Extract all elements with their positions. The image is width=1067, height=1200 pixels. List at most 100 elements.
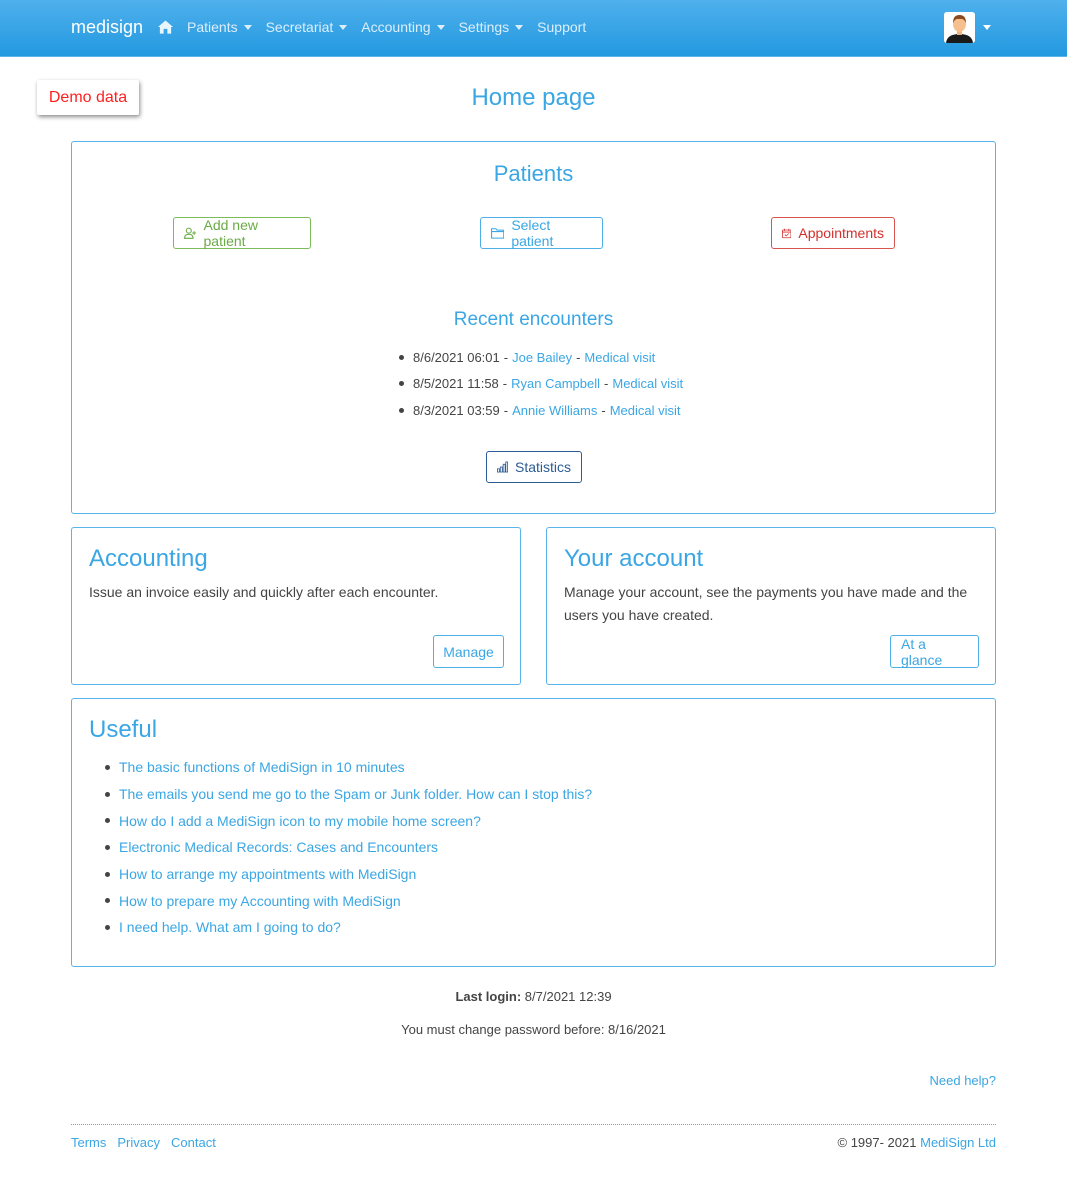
useful-link-item: How to arrange my appointments with Medi… xyxy=(105,861,592,888)
your-account-card: Your account Manage your account, see th… xyxy=(546,527,996,685)
useful-link-basic-functions[interactable]: The basic functions of MediSign in 10 mi… xyxy=(119,759,405,775)
separator: - xyxy=(503,402,509,418)
encounter-datetime: 8/5/2021 11:58 xyxy=(413,376,499,392)
nav-patients-label: Patients xyxy=(187,19,238,35)
accounting-card: Accounting Issue an invoice easily and q… xyxy=(71,527,521,685)
chevron-down-icon xyxy=(243,24,252,30)
footer-divider xyxy=(71,1124,996,1125)
encounter-item: 8/3/2021 03:59- Annie Williams - Medical … xyxy=(399,397,683,424)
useful-links-list: The basic functions of MediSign in 10 mi… xyxy=(105,754,592,941)
top-navbar: medisign Patients Secretariat Accounting… xyxy=(0,0,1067,57)
bullet-icon xyxy=(399,381,404,387)
statistics-button[interactable]: Statistics xyxy=(486,451,582,483)
footer-links: Terms Privacy Contact xyxy=(71,1135,227,1150)
add-new-patient-button[interactable]: Add new patient xyxy=(173,217,311,249)
need-help-link[interactable]: Need help? xyxy=(930,1073,997,1088)
footer-privacy-link[interactable]: Privacy xyxy=(117,1135,160,1150)
separator: - xyxy=(604,376,609,392)
bullet-icon xyxy=(105,844,110,850)
nav-settings[interactable]: Settings xyxy=(459,19,524,35)
bullet-icon xyxy=(105,871,110,877)
bullet-icon xyxy=(399,407,404,413)
manage-button[interactable]: Manage xyxy=(433,635,504,668)
add-new-patient-label: Add new patient xyxy=(203,217,258,249)
useful-link-need-help[interactable]: I need help. What am I going to do? xyxy=(119,919,341,935)
bullet-icon xyxy=(105,764,110,770)
copyright: © 1997- 2021 MediSign Ltd xyxy=(838,1135,997,1150)
password-expiry-note: You must change password before: 8/16/20… xyxy=(401,1022,666,1037)
encounter-item: 8/5/2021 11:58- Ryan Campbell - Medical v… xyxy=(399,371,683,398)
encounter-datetime: 8/3/2021 03:59 xyxy=(413,402,500,418)
chevron-down-icon xyxy=(436,24,445,30)
useful-link-item: How to prepare my Accounting with MediSi… xyxy=(105,887,592,914)
useful-link-mobile-icon[interactable]: How do I add a MediSign icon to my mobil… xyxy=(119,813,481,829)
home-icon[interactable] xyxy=(158,19,173,34)
brand-logo[interactable]: medisign xyxy=(71,17,143,38)
accounting-title: Accounting xyxy=(89,545,208,572)
encounter-patient-link[interactable]: Joe Bailey xyxy=(512,350,572,365)
bullet-icon xyxy=(105,818,110,824)
appointments-label: Appointments xyxy=(798,225,884,241)
chevron-down-icon xyxy=(983,25,991,30)
folder-icon xyxy=(491,228,505,239)
page-title: Home page xyxy=(471,84,596,111)
useful-link-accounting[interactable]: How to prepare my Accounting with MediSi… xyxy=(119,893,401,909)
nav-accounting-label: Accounting xyxy=(361,19,431,35)
nav-secretariat[interactable]: Secretariat xyxy=(266,19,348,35)
bar-chart-icon xyxy=(497,461,508,473)
encounter-type-link[interactable]: Medical visit xyxy=(612,376,683,391)
appointments-button[interactable]: Appointments xyxy=(771,217,895,249)
at-a-glance-button[interactable]: At a glance xyxy=(890,635,979,668)
bullet-icon xyxy=(399,354,404,360)
footer-terms-link[interactable]: Terms xyxy=(71,1135,106,1150)
accounting-description: Issue an invoice easily and quickly afte… xyxy=(89,584,439,600)
last-login-value: 8/7/2021 12:39 xyxy=(524,989,612,1004)
separator: - xyxy=(601,402,606,418)
useful-link-item: Electronic Medical Records: Cases and En… xyxy=(105,834,592,861)
statistics-label: Statistics xyxy=(514,459,571,475)
company-link[interactable]: MediSign Ltd xyxy=(920,1135,996,1150)
useful-link-item: The emails you send me go to the Spam or… xyxy=(105,781,592,808)
your-account-description: Manage your account, see the payments yo… xyxy=(564,584,968,623)
separator: - xyxy=(502,376,508,392)
encounter-patient-link[interactable]: Ryan Campbell xyxy=(511,376,600,391)
encounter-type-link[interactable]: Medical visit xyxy=(584,350,655,365)
calendar-check-icon xyxy=(782,228,792,238)
copyright-text: © 1997- 2021 xyxy=(837,1135,917,1150)
useful-link-emr[interactable]: Electronic Medical Records: Cases and En… xyxy=(119,839,438,855)
select-patient-label: Select patient xyxy=(511,217,554,249)
bullet-icon xyxy=(105,924,110,930)
your-account-title: Your account xyxy=(564,545,704,572)
useful-link-item: I need help. What am I going to do? xyxy=(105,914,592,941)
patients-title: Patients xyxy=(493,161,574,186)
useful-link-appointments[interactable]: How to arrange my appointments with Medi… xyxy=(119,866,416,882)
useful-card: Useful The basic functions of MediSign i… xyxy=(71,698,996,967)
nav-support-label: Support xyxy=(537,19,587,35)
useful-title: Useful xyxy=(89,716,158,743)
bullet-icon xyxy=(105,898,110,904)
nav-accounting[interactable]: Accounting xyxy=(361,19,445,35)
useful-link-item: How do I add a MediSign icon to my mobil… xyxy=(105,807,592,834)
bullet-icon xyxy=(105,791,110,797)
last-login: Last login: 8/7/2021 12:39 xyxy=(0,989,1067,1004)
encounter-item: 8/6/2021 06:01- Joe Bailey - Medical visi… xyxy=(399,344,683,371)
useful-link-item: The basic functions of MediSign in 10 mi… xyxy=(105,754,592,781)
chevron-down-icon xyxy=(339,24,348,30)
patients-card: Patients Add new patient Select patient … xyxy=(71,141,996,514)
user-menu[interactable] xyxy=(944,12,991,43)
user-avatar-icon[interactable] xyxy=(944,12,975,43)
nav-settings-label: Settings xyxy=(458,19,510,35)
encounter-patient-link[interactable]: Annie Williams xyxy=(512,403,597,418)
useful-link-spam-folder[interactable]: The emails you send me go to the Spam or… xyxy=(119,786,592,802)
last-login-label: Last login: xyxy=(455,989,522,1004)
nav-menu: Patients Secretariat Accounting Settings… xyxy=(158,19,600,35)
select-patient-button[interactable]: Select patient xyxy=(480,217,603,249)
chevron-down-icon xyxy=(515,24,524,30)
recent-encounters-title: Recent encounters xyxy=(453,309,614,330)
nav-support[interactable]: Support xyxy=(537,19,586,35)
footer-contact-link[interactable]: Contact xyxy=(171,1135,216,1150)
user-plus-icon xyxy=(184,227,197,239)
encounter-type-link[interactable]: Medical visit xyxy=(610,403,681,418)
nav-patients[interactable]: Patients xyxy=(187,19,252,35)
encounter-datetime: 8/6/2021 06:01 xyxy=(413,349,500,365)
